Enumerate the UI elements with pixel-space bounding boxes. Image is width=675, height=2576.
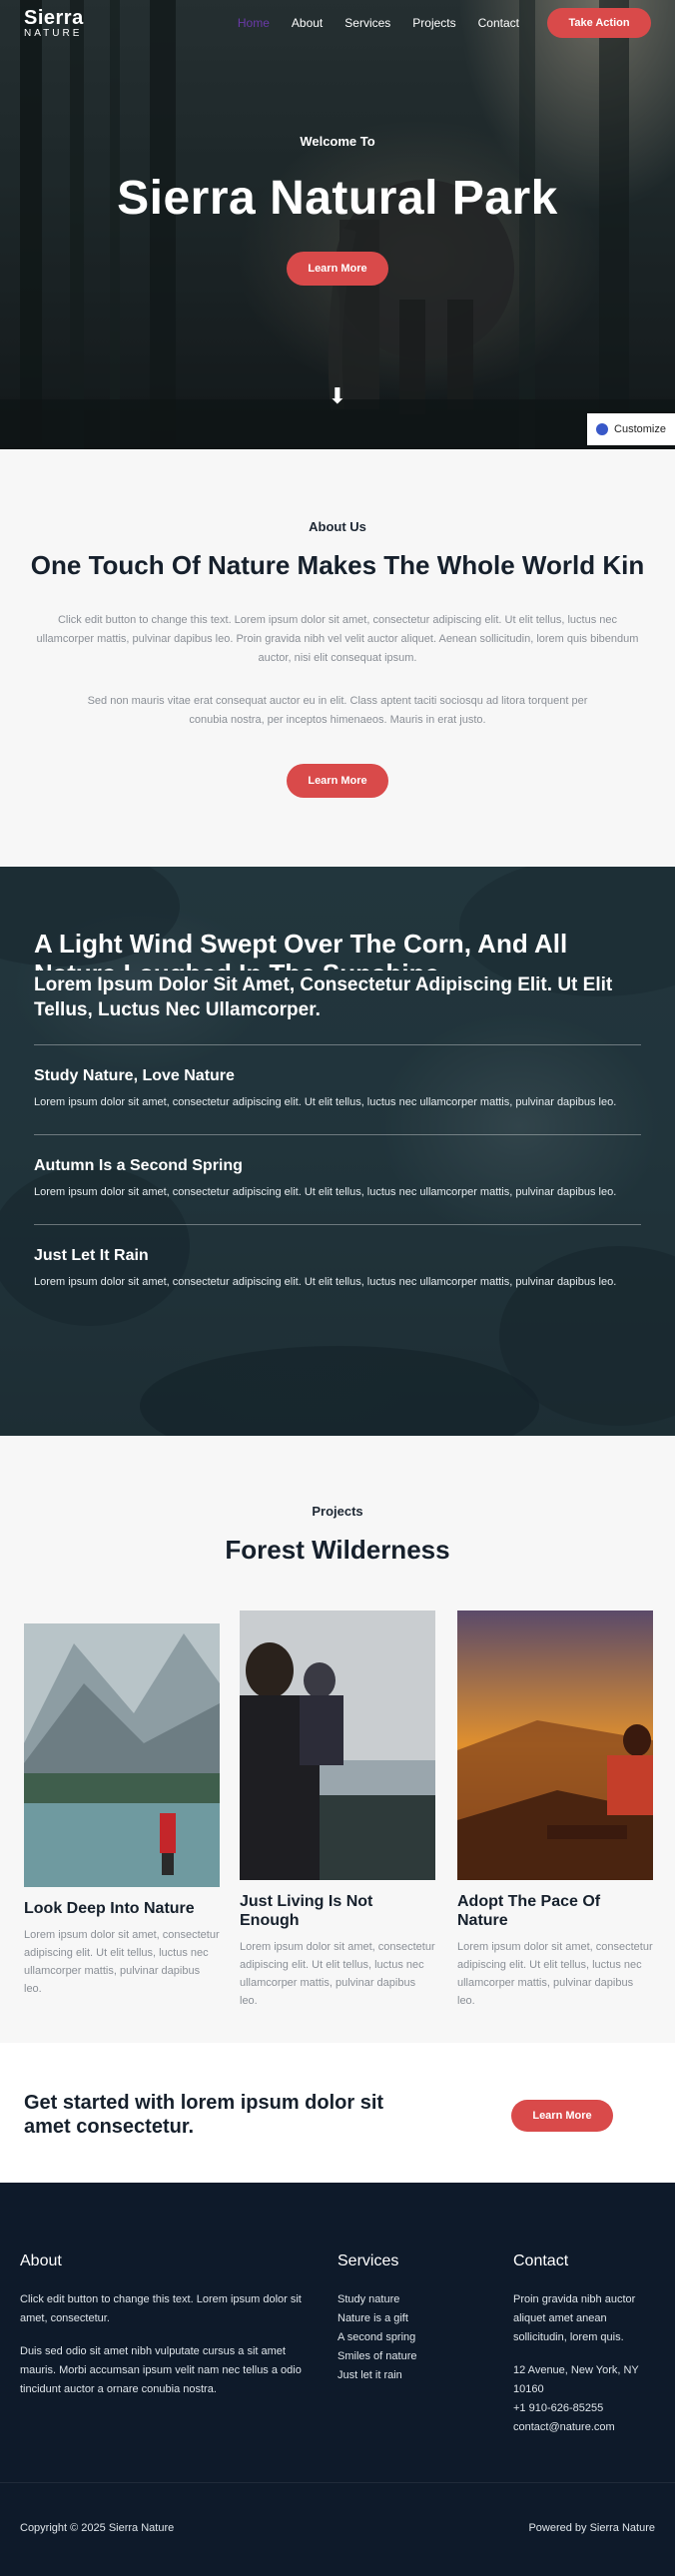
site-logo[interactable]: Sierra NATURE [24, 8, 84, 39]
feature-text: Lorem ipsum dolor sit amet, consectetur … [34, 1096, 617, 1108]
project-card-title: Just Living Is Not Enough [240, 1893, 373, 1929]
feature-text: Lorem ipsum dolor sit amet, consectetur … [34, 1276, 617, 1288]
project-card[interactable]: Look Deep Into Nature Lorem ipsum dolor … [24, 1623, 220, 1998]
footer-divider [0, 2482, 675, 2483]
footer-service-link[interactable]: Study nature [338, 2290, 457, 2309]
project-card[interactable]: Just Living Is Not Enough Lorem ipsum do… [240, 1610, 435, 2010]
project-card-text: Lorem ipsum dolor sit amet, consectetur … [24, 1929, 220, 1995]
about-paragraph-1: Click edit button to change this text. L… [36, 614, 639, 664]
nav-item-projects[interactable]: Projects [412, 16, 455, 30]
project-card-text: Lorem ipsum dolor sit amet, consectetur … [457, 1941, 653, 2007]
about-paragraph-2: Sed non mauris vitae erat consequat auct… [87, 695, 588, 726]
logo-title: Sierra [24, 6, 84, 29]
footer-service-link[interactable]: Smiles of nature [338, 2347, 457, 2366]
footer-address: 12 Avenue, New York, NY 10160 [513, 2364, 639, 2395]
footer-bottom-bar: Copyright © 2025 Sierra Nature Powered b… [20, 2522, 655, 2534]
footer-service-link[interactable]: Nature is a gift [338, 2309, 457, 2328]
project-card[interactable]: Adopt The Pace Of Nature Lorem ipsum dol… [457, 1610, 653, 2010]
footer-services-title: Services [338, 2253, 399, 2269]
footer-service-link[interactable]: A second spring [338, 2328, 457, 2347]
project-image-parent-child [240, 1610, 435, 1880]
about-section: About Us One Touch Of Nature Makes The W… [0, 449, 675, 867]
projects-title: Forest Wilderness [225, 1535, 450, 1565]
feature-title: Just Let It Rain [34, 1247, 149, 1264]
hero-title: Sierra Natural Park [117, 172, 558, 225]
footer-email[interactable]: contact@nature.com [513, 2418, 653, 2437]
footer-about-text-2: Duis sed odio sit amet nibh vulputate cu… [20, 2345, 302, 2395]
hero-content: Welcome To Sierra Natural Park Learn Mor… [0, 134, 675, 286]
feature-item: Just Let It Rain Lorem ipsum dolor sit a… [34, 1225, 641, 1292]
cta-text: Get started with lorem ipsum dolor sit a… [24, 2092, 384, 2138]
customize-label: Customize [614, 423, 666, 435]
footer-contact-title: Contact [513, 2253, 569, 2269]
logo-subtitle: NATURE [24, 27, 83, 39]
feature-title: Autumn Is a Second Spring [34, 1157, 243, 1174]
feature-title: Study Nature, Love Nature [34, 1067, 235, 1084]
powered-by-text: Powered by Sierra Nature [528, 2522, 655, 2534]
take-action-button[interactable]: Take Action [547, 8, 651, 38]
copyright-text: Copyright © 2025 Sierra Nature [20, 2522, 175, 2534]
project-card-title: Adopt The Pace Of Nature [457, 1893, 601, 1929]
footer-service-link[interactable]: Just let it rain [338, 2366, 457, 2385]
about-learn-more-button[interactable]: Learn More [287, 764, 388, 798]
nav-item-about[interactable]: About [292, 16, 323, 30]
customize-button[interactable]: Customize [587, 413, 675, 445]
hero-section: Sierra NATURE Home About Services Projec… [0, 0, 675, 449]
projects-section: Projects Forest Wilderness Look Deep Int… [0, 1436, 675, 2043]
feature-item: Autumn Is a Second Spring Lorem ipsum do… [34, 1135, 641, 1202]
footer-contact-column: Contact Proin gravida nibh auctor alique… [513, 2253, 653, 2437]
nav-item-home[interactable]: Home [238, 16, 270, 30]
top-navigation: Sierra NATURE Home About Services Projec… [0, 0, 675, 46]
project-image-mountain-lake [24, 1623, 220, 1887]
footer-about-title: About [20, 2253, 62, 2269]
nav-item-services[interactable]: Services [344, 16, 390, 30]
feature-text: Lorem ipsum dolor sit amet, consectetur … [34, 1186, 617, 1198]
nav-menu: Home About Services Projects Contact [238, 16, 519, 30]
footer-about-column: About Click edit button to change this t… [20, 2253, 310, 2399]
project-card-title: Look Deep Into Nature [24, 1900, 195, 1917]
nav-item-contact[interactable]: Contact [478, 16, 519, 30]
hero-kicker: Welcome To [300, 134, 375, 149]
feature-item: Study Nature, Love Nature Lorem ipsum do… [34, 1045, 641, 1112]
footer-services-list: Study nature Nature is a gift A second s… [338, 2290, 457, 2385]
features-subheadline: Lorem Ipsum Dolor Sit Amet, Consectetur … [34, 974, 613, 1020]
hero-learn-more-button[interactable]: Learn More [287, 252, 388, 286]
cta-learn-more-button[interactable]: Learn More [511, 2100, 613, 2132]
features-section: A Light Wind Swept Over The Corn, And Al… [0, 867, 675, 1436]
footer-about-text-1: Click edit button to change this text. L… [20, 2293, 302, 2324]
footer-contact-text: Proin gravida nibh auctor aliquet amet a… [513, 2293, 636, 2343]
cta-section: Get started with lorem ipsum dolor sit a… [0, 2043, 675, 2183]
scroll-down-arrow-icon[interactable]: ⬇ [0, 383, 675, 409]
site-footer: About Click edit button to change this t… [0, 2183, 675, 2576]
project-cards: Look Deep Into Nature Lorem ipsum dolor … [0, 1566, 675, 2007]
footer-services-column: Services Study nature Nature is a gift A… [338, 2253, 457, 2385]
project-image-sunset-hiker [457, 1610, 653, 1880]
projects-kicker: Projects [312, 1504, 363, 1519]
features-headline: A Light Wind Swept Over The Corn, And Al… [34, 929, 568, 970]
about-kicker: About Us [309, 519, 366, 534]
footer-phone[interactable]: +1 910-626-85255 [513, 2399, 653, 2418]
customize-icon [596, 423, 609, 435]
about-title: One Touch Of Nature Makes The Whole Worl… [30, 550, 645, 580]
project-card-text: Lorem ipsum dolor sit amet, consectetur … [240, 1941, 435, 2007]
